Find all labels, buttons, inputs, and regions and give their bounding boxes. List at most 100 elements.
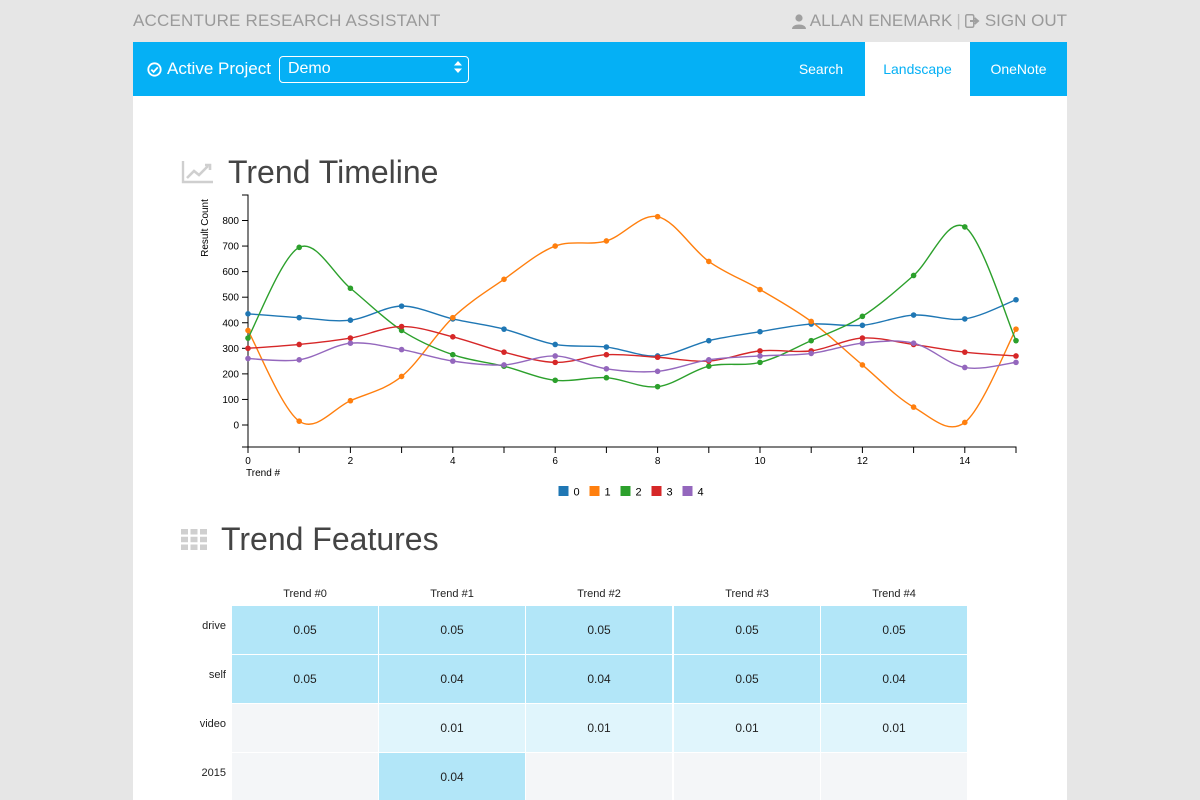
legend-swatch	[682, 486, 693, 496]
series-line-1	[247, 215, 1017, 428]
data-point	[706, 337, 712, 344]
data-point	[552, 243, 558, 249]
data-point	[808, 350, 814, 357]
data-point	[757, 286, 763, 293]
user-name[interactable]: ALLAN ENEMARK	[810, 11, 953, 31]
data-point	[757, 348, 763, 354]
nav-link-landscape[interactable]: Landscape	[865, 42, 970, 96]
x-tick-label: 10	[754, 456, 766, 467]
legend-swatch	[651, 486, 662, 496]
series-line-4	[247, 340, 1017, 373]
legend-swatch	[558, 486, 569, 496]
data-point	[654, 383, 661, 390]
data-point	[398, 323, 405, 330]
main-nav: Active Project Demo Search Landscape One…	[133, 42, 1067, 96]
data-point	[859, 340, 866, 346]
data-point	[450, 314, 456, 321]
table-cell: 0.05	[232, 655, 378, 703]
x-tick-label: 4	[450, 456, 456, 467]
x-axis-label: Trend #	[246, 468, 281, 479]
sign-out-link[interactable]: SIGN OUT	[985, 11, 1067, 31]
timeline-title-text: Trend Timeline	[228, 153, 439, 190]
nav-link-search[interactable]: Search	[777, 42, 865, 96]
data-point	[962, 349, 968, 355]
features-title-text: Trend Features	[221, 520, 439, 557]
x-tick-label: 14	[959, 456, 971, 467]
data-point	[245, 327, 251, 334]
data-point	[910, 272, 917, 279]
project-select[interactable]: Demo	[278, 55, 469, 83]
data-point	[603, 351, 610, 358]
column-header: Trend #0	[283, 588, 327, 600]
top-bar: ACCENTURE RESEARCH ASSISTANT ALLAN ENEMA…	[133, 0, 1067, 42]
table-cell: 0.01	[674, 704, 820, 752]
sign-out-icon[interactable]	[964, 14, 981, 28]
check-circle-icon	[147, 61, 162, 77]
column-header: Trend #1	[430, 588, 474, 600]
legend-label: 4	[698, 487, 704, 499]
legend-label: 1	[605, 487, 611, 499]
y-tick-label: 300	[222, 344, 239, 355]
data-point	[245, 345, 251, 352]
legend-label: 2	[636, 487, 642, 499]
data-point	[245, 311, 251, 317]
x-tick-label: 2	[348, 456, 354, 467]
timeline-title: Trend Timeline	[181, 151, 438, 193]
data-point	[296, 418, 302, 424]
table-cell: 0.05	[232, 606, 378, 654]
data-point	[347, 340, 354, 346]
x-tick-label: 6	[552, 456, 558, 467]
data-point	[296, 244, 302, 251]
app-title: ACCENTURE RESEARCH ASSISTANT	[133, 11, 441, 30]
data-point	[603, 365, 610, 372]
table-cell: 0.05	[674, 655, 820, 703]
table-cell	[674, 753, 820, 800]
data-point	[808, 318, 814, 325]
table-cell: 0.04	[526, 655, 672, 703]
nav-link-onenote[interactable]: OneNote	[970, 42, 1067, 96]
table-cell: 0.01	[526, 704, 672, 752]
data-point	[347, 335, 354, 341]
table-cell: 0.05	[674, 606, 820, 654]
data-point	[603, 374, 610, 381]
data-point	[603, 344, 610, 350]
data-point	[962, 419, 968, 426]
legend-swatch	[620, 486, 631, 496]
y-tick-label: 200	[222, 369, 239, 380]
data-point	[1013, 337, 1019, 344]
data-point	[398, 373, 405, 380]
data-point	[347, 285, 354, 292]
data-point	[296, 341, 302, 348]
data-point	[296, 357, 302, 363]
data-point	[962, 316, 968, 322]
series-line-2	[247, 224, 1017, 388]
data-point	[910, 404, 917, 410]
series-line-3	[247, 325, 1017, 364]
data-point	[1013, 296, 1019, 303]
grid-icon	[181, 528, 207, 550]
data-point	[757, 359, 763, 366]
data-point	[245, 355, 251, 362]
line-chart-icon	[181, 160, 214, 184]
data-point	[962, 364, 968, 371]
table-cell: 0.04	[379, 655, 525, 703]
divider: |	[956, 11, 961, 30]
legend-label: 0	[574, 487, 580, 499]
data-point	[859, 322, 866, 329]
data-point	[910, 312, 917, 318]
column-header: Trend #3	[725, 588, 769, 600]
data-point	[501, 326, 507, 332]
data-point	[552, 341, 558, 348]
nav-links: Search Landscape OneNote	[777, 42, 1067, 96]
data-point	[910, 340, 917, 346]
legend-label: 3	[667, 487, 673, 499]
data-point	[757, 328, 763, 335]
active-project-label: Active Project	[167, 59, 271, 78]
table-cell: 0.05	[379, 606, 525, 654]
column-header: Trend #4	[872, 588, 916, 600]
data-point	[859, 362, 866, 368]
data-point	[398, 346, 405, 353]
table-cell	[232, 704, 378, 752]
data-point	[706, 363, 712, 370]
trend-timeline-chart: 0100200300400500600700800Result Count0 2 4…	[200, 194, 1019, 499]
